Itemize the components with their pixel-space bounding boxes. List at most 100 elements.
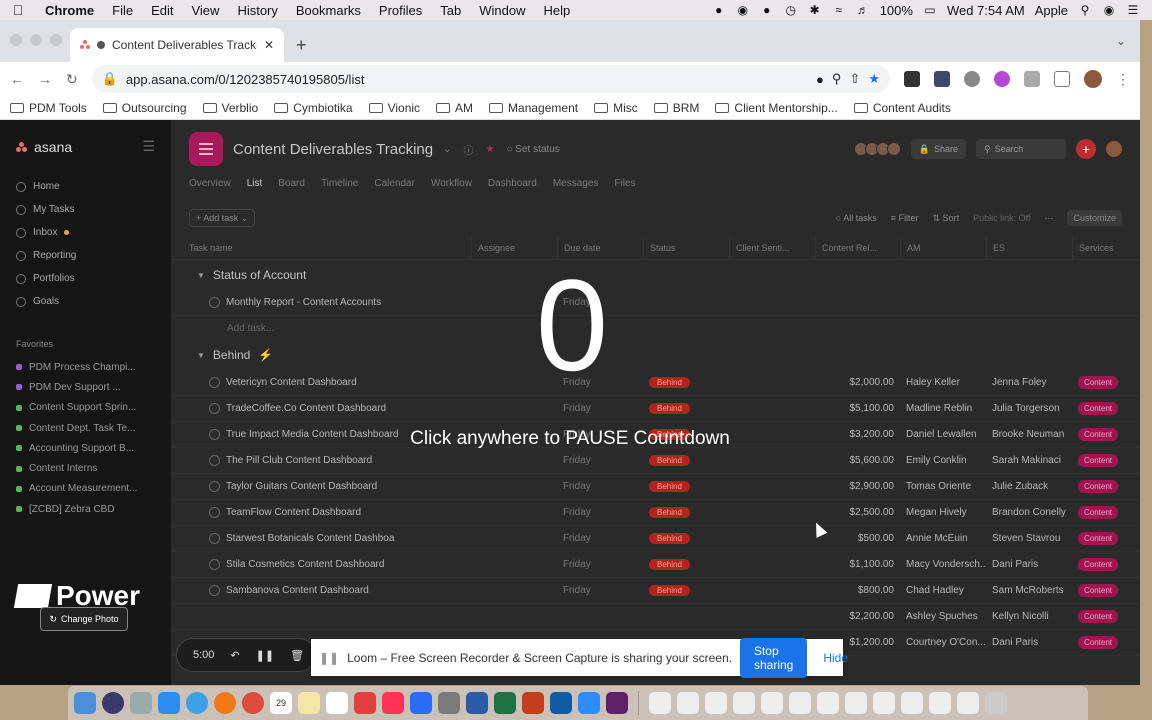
service-badge[interactable]: Content	[1078, 532, 1119, 545]
app-store-icon[interactable]	[158, 692, 180, 714]
podcasts-icon[interactable]	[410, 692, 432, 714]
siri-icon[interactable]	[102, 692, 124, 714]
finder-icon[interactable]	[74, 692, 96, 714]
sidebar-item-my-tasks[interactable]: My Tasks	[16, 198, 155, 221]
services-cell[interactable]: Content	[1072, 604, 1132, 629]
services-cell[interactable]: Content	[1072, 422, 1132, 447]
document-icon[interactable]	[733, 692, 755, 714]
zoom-icon[interactable]: ⚲	[832, 71, 842, 87]
tab-list[interactable]: List	[247, 178, 263, 198]
tab-messages[interactable]: Messages	[553, 178, 599, 198]
menu-bookmarks[interactable]: Bookmarks	[287, 3, 370, 18]
bookmark-folder[interactable]: Outsourcing	[102, 101, 187, 115]
menu-file[interactable]: File	[103, 3, 142, 18]
control-center-icon[interactable]: ☰	[1126, 3, 1140, 17]
service-badge[interactable]: Content	[1078, 610, 1119, 623]
service-badge[interactable]: Content	[1078, 376, 1119, 389]
client-sentiment-cell[interactable]	[729, 578, 815, 603]
volume-icon[interactable]: ♬	[856, 3, 870, 17]
document-icon[interactable]	[705, 692, 727, 714]
complete-checkbox-icon[interactable]	[209, 533, 220, 544]
word-icon[interactable]	[466, 692, 488, 714]
status-badge[interactable]: Behind	[649, 559, 690, 570]
url-text[interactable]: app.asana.com/0/1202385740195805/list	[126, 72, 808, 87]
bookmark-folder[interactable]: PDM Tools	[10, 101, 87, 115]
chrome-menu-icon[interactable]: ⋮	[1116, 71, 1130, 88]
column-header[interactable]: Task name	[171, 236, 471, 259]
battery-icon[interactable]: ▭	[923, 3, 937, 17]
complete-checkbox-icon[interactable]	[209, 297, 220, 308]
status-cell[interactable]: Behind	[643, 578, 729, 603]
calendar-icon[interactable]: 29	[270, 692, 292, 714]
complete-checkbox-icon[interactable]	[209, 507, 220, 518]
close-tab-icon[interactable]: ✕	[264, 38, 274, 52]
bookmark-folder[interactable]: AM	[436, 101, 473, 115]
countdown-number[interactable]: 0	[472, 250, 672, 400]
favorite-item[interactable]: Account Measurement...	[16, 479, 155, 499]
favorite-item[interactable]: [ZCBD] Zebra CBD	[16, 499, 155, 519]
project-title[interactable]: Content Deliverables Tracking	[233, 141, 433, 158]
status-badge[interactable]: Behind	[649, 455, 690, 466]
powerpoint-icon[interactable]	[522, 692, 544, 714]
client-sentiment-cell[interactable]	[729, 448, 815, 473]
service-badge[interactable]: Content	[1078, 480, 1119, 493]
status-badge[interactable]: Behind	[649, 533, 690, 544]
zoom-window-button[interactable]	[50, 34, 62, 46]
status-badge[interactable]: Behind	[649, 507, 690, 518]
set-status-button[interactable]: ○ Set status	[506, 144, 559, 155]
tab-search-chevron-icon[interactable]: ⌄	[1116, 34, 1126, 48]
pause-countdown-message[interactable]: Click anywhere to PAUSE Countdown	[300, 428, 840, 450]
zoom-icon[interactable]	[578, 692, 600, 714]
wifi-icon[interactable]: ≈	[832, 3, 846, 17]
more-options-icon[interactable]: ⋯	[1044, 213, 1053, 224]
minimize-window-button[interactable]	[30, 34, 42, 46]
mic-search-icon[interactable]: ●	[816, 72, 824, 87]
services-cell[interactable]: Content	[1072, 370, 1132, 395]
collapse-triangle-icon[interactable]: ▼	[197, 351, 205, 360]
bookmark-folder[interactable]: Misc	[594, 101, 638, 115]
sidebar-item-home[interactable]: Home	[16, 175, 155, 198]
excel-icon[interactable]	[494, 692, 516, 714]
complete-checkbox-icon[interactable]	[209, 559, 220, 570]
share-button[interactable]: 🔒 Share	[910, 139, 966, 159]
firefox-icon[interactable]	[214, 692, 236, 714]
battery-percent[interactable]: 100%	[880, 3, 913, 18]
bookmark-folder[interactable]: Content Audits	[853, 101, 951, 115]
complete-checkbox-icon[interactable]	[209, 377, 220, 388]
safari-icon[interactable]	[186, 692, 208, 714]
document-icon[interactable]	[761, 692, 783, 714]
services-cell[interactable]: Content	[1072, 578, 1132, 603]
services-cell[interactable]: Content	[1072, 448, 1132, 473]
table-row[interactable]: $2,200.00 Ashley Spuches Kellyn Nicolli Con…	[171, 604, 1140, 630]
profile-avatar[interactable]	[1084, 70, 1102, 88]
status-cell[interactable]: Behind	[643, 500, 729, 525]
extensions-puzzle-icon[interactable]	[1024, 71, 1040, 87]
sidebar-item-portfolios[interactable]: Portfolios	[16, 267, 155, 290]
menu-window[interactable]: Window	[470, 3, 534, 18]
services-cell[interactable]: Content	[1072, 500, 1132, 525]
change-photo-button[interactable]: ↻ Change Photo	[40, 607, 128, 631]
assignee-cell[interactable]	[471, 604, 557, 629]
time-machine-icon[interactable]: ◷	[784, 3, 798, 17]
bookmark-folder[interactable]: Verblio	[202, 101, 258, 115]
record-icon[interactable]: ●	[760, 3, 774, 17]
tab-dashboard[interactable]: Dashboard	[488, 178, 537, 198]
collapse-sidebar-icon[interactable]: ☰	[142, 138, 155, 155]
music-icon[interactable]	[382, 692, 404, 714]
siri-icon[interactable]: ◉	[1102, 3, 1116, 17]
client-sentiment-cell[interactable]	[729, 396, 815, 421]
services-cell[interactable]: Content	[1072, 630, 1132, 655]
document-icon[interactable]	[957, 692, 979, 714]
create-button[interactable]: +	[1076, 139, 1096, 159]
launchpad-icon[interactable]	[130, 692, 152, 714]
trash-icon[interactable]	[985, 692, 1007, 714]
favorite-item[interactable]: PDM Dev Support ...	[16, 377, 155, 397]
assignee-cell[interactable]	[471, 474, 557, 499]
side-panel-icon[interactable]	[1054, 71, 1070, 87]
document-icon[interactable]	[677, 692, 699, 714]
document-icon[interactable]	[649, 692, 671, 714]
assignee-cell[interactable]	[471, 500, 557, 525]
document-icon[interactable]	[789, 692, 811, 714]
column-header[interactable]: Services	[1072, 236, 1132, 259]
table-row[interactable]: TeamFlow Content Dashboard Friday Behind $2…	[171, 500, 1140, 526]
